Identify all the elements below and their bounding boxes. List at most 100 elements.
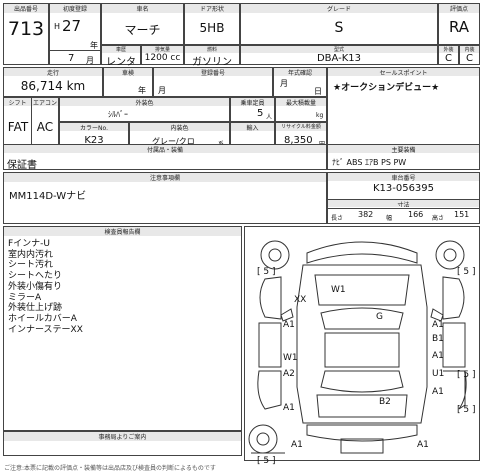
tire-bracket-front-right: [ 5 ]	[457, 267, 476, 277]
length-label: 長さ	[331, 215, 344, 222]
disp-label: 排気量	[142, 46, 183, 53]
int-label: 内装	[460, 46, 479, 53]
extcolor-cell: 外装色 ｼﾙﾊﾞｰ	[59, 97, 230, 122]
chassis-cell: 車台番号 K13-056395 寸法 長さ 382 幅 166 高さ 151	[327, 172, 480, 224]
door-value: 5HB	[199, 21, 225, 35]
inspector-cell: 検査員報告欄 Fインナ-U 室内内汚れ シート汚れ シートへたり 外装小傷有り …	[3, 226, 242, 431]
inspection-month-suffix: 月	[158, 86, 166, 95]
disp-value: 1200 cc	[144, 53, 181, 63]
inspector-label: 検査員報告欄	[4, 227, 241, 236]
inspection-year-suffix: 年	[138, 86, 146, 95]
car-name: マーチ	[124, 23, 161, 37]
use-cell: 車歴 レンタ	[101, 45, 141, 68]
options-cell: 主要装備 ﾅﾋﾞ ABS ｴｱB PS PW	[327, 144, 480, 170]
tire-bracket-spare: [ 5 ]	[457, 405, 476, 415]
name-cell: 車名 マーチ	[101, 3, 184, 45]
sales-point-cell: セールスポイント ★オークションデビュー★	[327, 67, 480, 152]
mfg-month: 月	[280, 79, 288, 88]
damage-mark: W1	[331, 285, 346, 295]
month-value: 7	[68, 53, 75, 64]
damage-mark: A1	[432, 351, 444, 361]
inspector-list: Fインナ-U 室内内汚れ シート汚れ シートへたり 外装小傷有り ミラーA 外装…	[8, 239, 83, 335]
door-cell: ドア形状 5HB	[184, 3, 240, 45]
use-value: レンタ	[106, 57, 136, 68]
lot-label: 出品番号	[4, 4, 48, 13]
ext-label: 外装	[439, 46, 458, 53]
chassis-label: 車台番号	[328, 173, 479, 181]
model-label: 型式	[241, 46, 437, 53]
inspector-item: シートへたり	[8, 271, 63, 282]
first-reg-label: 初度登録	[50, 4, 100, 13]
options-label: 主要装備	[328, 145, 479, 153]
shift-label: シフト	[4, 98, 31, 106]
regnum-label: 登録番号	[154, 68, 272, 76]
inspector-item: シート汚れ	[8, 260, 54, 271]
tire-bracket-front-left: [ 5 ]	[257, 267, 276, 277]
fuel-label: 燃料	[185, 46, 239, 53]
footer-note: ご注意:本票に記載の評価点・装備等は出品店及び検査員の判断によるものです	[4, 465, 216, 472]
door-label: ドア形状	[185, 4, 239, 13]
shift-value: FAT	[7, 120, 29, 134]
grade-label: グレード	[241, 4, 437, 13]
fuel-value: ガソリン	[192, 57, 232, 68]
damage-mark: A1	[283, 320, 295, 330]
mileage-value: 86,714 km	[20, 79, 86, 93]
regnum-cell: 登録番号 月	[153, 67, 273, 97]
era-value: H	[54, 22, 61, 31]
capacity-cell: 乗車定員 5 人	[230, 97, 275, 122]
month-suffix: 月	[86, 56, 94, 65]
score-label: 評価点	[439, 4, 479, 13]
notes-label: 注意事項欄	[4, 173, 326, 182]
score-cell: 評価点 RA	[438, 3, 480, 45]
office-label: 事務局よりご案内	[4, 432, 241, 441]
year-value: 27	[62, 17, 82, 35]
notes-value: MM114D-Wナビ	[9, 191, 87, 202]
sales-label: セールスポイント	[328, 68, 479, 76]
damage-mark: U1	[432, 369, 445, 379]
damage-mark: A1	[291, 440, 303, 450]
capacity-unit: 人	[266, 114, 273, 121]
sales-point: ★オークションデビュー★	[333, 83, 440, 93]
office-cell: 事務局よりご案内	[3, 431, 242, 456]
extcolor-value: ｼﾙﾊﾞｰ	[108, 110, 128, 119]
load-unit: kg	[316, 112, 324, 119]
ac-label: エアコン	[32, 98, 58, 106]
disp-cell: 排気量 1200 cc	[141, 45, 184, 65]
use-label: 車歴	[102, 46, 140, 53]
inspector-item: 室内内汚れ	[8, 249, 54, 260]
dims-label: 寸法	[328, 199, 479, 207]
notes-cell: 注意事項欄 MM114D-Wナビ	[3, 172, 327, 224]
height-value: 151	[454, 210, 470, 219]
equip-label: 付属品・装備	[4, 145, 326, 153]
grade-cell: グレード S	[240, 3, 438, 45]
tire-bracket-rear-left: [ 5 ]	[257, 456, 276, 466]
width-value: 166	[408, 210, 424, 219]
length-value: 382	[358, 210, 374, 219]
score-value: RA	[448, 18, 470, 36]
inspection-label: 車検	[104, 68, 152, 76]
inspector-item: 外装小傷有り	[8, 281, 63, 292]
first-reg-cell: 初度登録 H 27 年 7 月	[49, 3, 101, 65]
mfg-cell: 年式確認 月 日	[273, 67, 327, 97]
import-label: 輸入	[231, 123, 274, 131]
lot-cell: 出品番号 713	[3, 3, 49, 65]
damage-mark: A1	[417, 440, 429, 450]
damage-mark: A1	[432, 320, 444, 330]
fuel-cell: 燃料 ガソリン	[184, 45, 240, 68]
inspector-item: ホイールカバーA	[8, 313, 77, 324]
options-value: ﾅﾋﾞ ABS ｴｱB PS PW	[332, 158, 407, 167]
int-value: C	[466, 53, 473, 64]
mfg-label: 年式確認	[274, 68, 326, 76]
inspection-cell: 車検 年	[103, 67, 153, 97]
capacity-value: 5	[257, 108, 264, 119]
inspector-item: Fインナ-U	[8, 239, 51, 249]
damage-mark: B1	[432, 334, 444, 344]
tire-bracket-rear-right: [ 5 ]	[457, 370, 476, 380]
damage-diagram: [ 5 ] [ 5 ] [ 5 ] [ 5 ] [ 5 ] W1 XX A1 A…	[244, 226, 480, 466]
load-cell: 最大積載量 kg	[275, 97, 327, 122]
width-label: 幅	[386, 215, 393, 222]
int-cell: 内装 C	[459, 45, 480, 65]
chassis-value: K13-056395	[372, 183, 435, 194]
warranty-text: 保証書	[7, 160, 37, 171]
inspector-item: インナーステーXX	[8, 324, 83, 335]
